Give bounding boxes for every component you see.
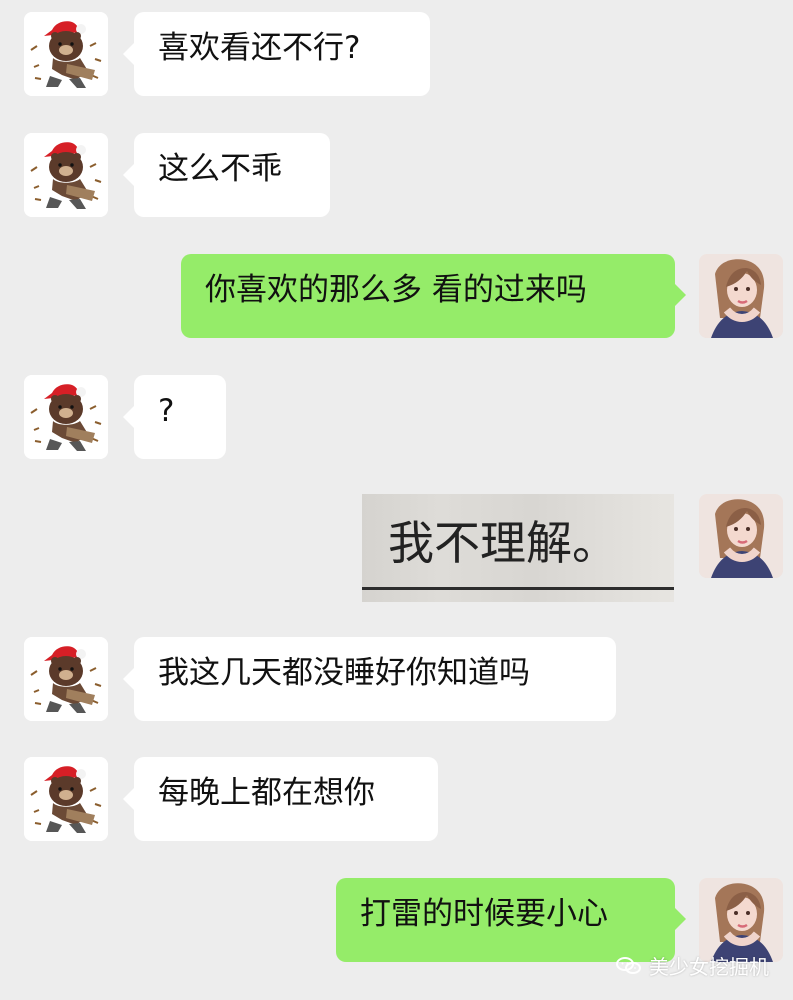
message-text: 打雷的时候要小心: [360, 896, 608, 932]
message-bubble[interactable]: 我这几天都没睡好你知道吗: [123, 637, 616, 721]
woman-avatar[interactable]: [699, 878, 783, 962]
message-text: 你喜欢的那么多 看的过来吗: [205, 272, 587, 308]
message-bubble[interactable]: 打雷的时候要小心: [336, 878, 686, 962]
woman-avatar[interactable]: [699, 254, 783, 338]
message-bubble[interactable]: 你喜欢的那么多 看的过来吗: [181, 254, 686, 338]
woman-avatar-icon: [699, 254, 783, 338]
image-message[interactable]: 我不理解。: [362, 494, 674, 602]
bear-avatar[interactable]: [24, 133, 108, 217]
watermark-text: 美少女挖掘机: [649, 955, 769, 979]
wechat-icon: [615, 956, 641, 976]
bear-avatar[interactable]: [24, 637, 108, 721]
woman-avatar[interactable]: [699, 494, 783, 578]
watermark: 美少女挖掘机: [615, 951, 769, 980]
message-text: ?: [158, 393, 175, 429]
bear-avatar[interactable]: [24, 757, 108, 841]
image-text: 我不理解。: [388, 516, 618, 570]
woman-avatar-icon: [699, 878, 783, 962]
message-bubble[interactable]: 每晚上都在想你: [123, 757, 438, 841]
message-bubble[interactable]: 这么不乖: [123, 133, 330, 217]
message-text: 这么不乖: [158, 151, 282, 187]
message-text: 每晚上都在想你: [158, 775, 375, 811]
bear-avatar[interactable]: [24, 375, 108, 459]
message-text: 喜欢看还不行?: [158, 30, 361, 66]
message-bubble[interactable]: 喜欢看还不行?: [123, 12, 430, 96]
bear-avatar[interactable]: [24, 12, 108, 96]
message-text: 我这几天都没睡好你知道吗: [158, 655, 530, 691]
bear-avatar-icon: [24, 12, 108, 96]
bear-avatar-icon: [24, 637, 108, 721]
woman-avatar-icon: [699, 494, 783, 578]
bear-avatar-icon: [24, 757, 108, 841]
chat-window: 喜欢看还不行? 这么不乖 你喜欢的那么多 看的过来吗 ? 我不理解。 我这几天都…: [0, 0, 793, 1000]
message-bubble[interactable]: ?: [123, 375, 226, 459]
bear-avatar-icon: [24, 375, 108, 459]
handwritten-image-content: 我不理解。: [388, 516, 618, 570]
bear-avatar-icon: [24, 133, 108, 217]
